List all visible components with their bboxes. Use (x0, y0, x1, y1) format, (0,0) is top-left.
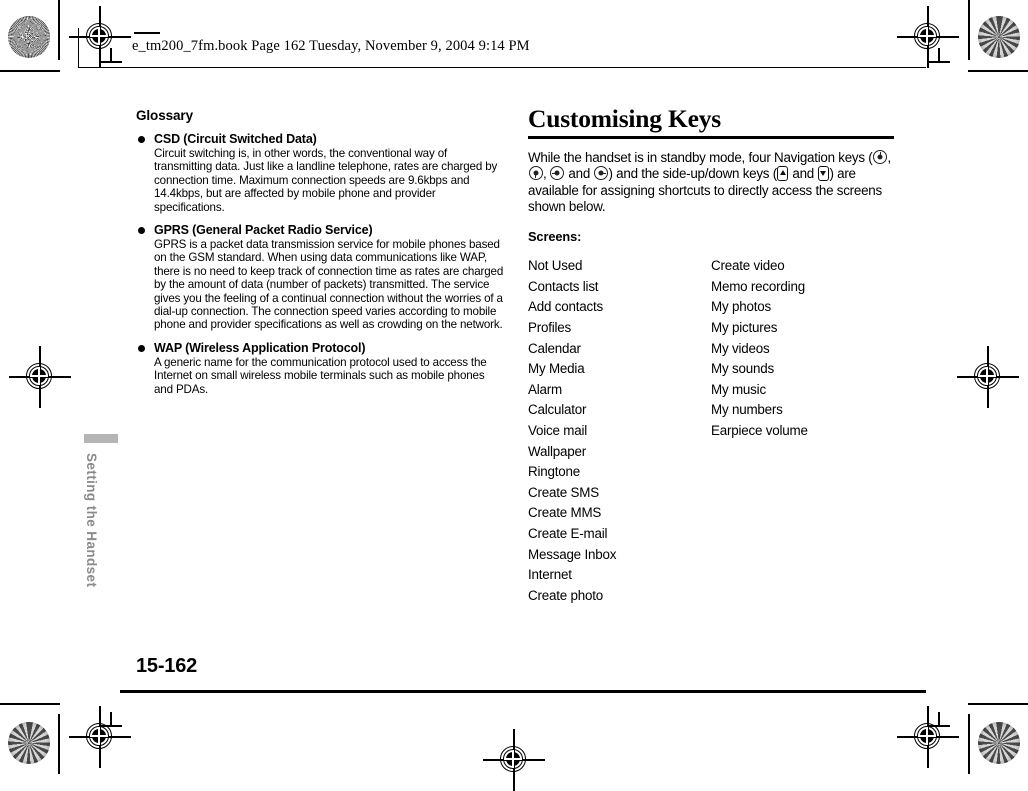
page-number: 15-162 (136, 655, 198, 677)
section-title: Customising Keys (528, 104, 722, 133)
list-item: Create E-mail (528, 525, 608, 541)
intro-text-part2: ) and the side-up/down keys ( (608, 166, 778, 182)
side-key-up-icon (777, 166, 789, 182)
side-key-down-icon (817, 166, 829, 182)
screens-lists: Not Used Contacts list Add contacts Prof… (528, 256, 894, 606)
list-item: Contacts list (528, 278, 599, 294)
list-item: Create MMS (528, 505, 602, 521)
list-item: My numbers (711, 402, 783, 418)
intro-mid1: and (564, 166, 594, 182)
bullet-icon (138, 344, 145, 352)
nav-key-down-icon (528, 166, 543, 181)
chapter-side-tab: Setting the Handset (84, 434, 120, 587)
glossary-term-text: GPRS (General Packet Radio Service) (154, 223, 373, 238)
glossary-term-text: CSD (Circuit Switched Data) (154, 132, 317, 146)
section-title-rule (528, 136, 894, 139)
page-content: Setting the Handset Glossary CSD (Circui… (0, 0, 1028, 774)
list-item: Calculator (528, 402, 587, 418)
screens-label: Screens: (528, 229, 582, 245)
chapter-tab-bar (84, 434, 118, 443)
intro-text-part1: While the handset is in standby mode, fo… (528, 149, 873, 165)
glossary-definition: GPRS is a packet data transmission servi… (154, 238, 504, 332)
list-item: Calendar (528, 340, 581, 356)
list-item: My Media (528, 361, 585, 377)
list-item: Create video (711, 258, 785, 274)
glossary-definition: Circuit switching is, in other words, th… (154, 147, 498, 214)
nav-key-right-icon (594, 166, 608, 181)
list-item: Add contacts (528, 299, 604, 315)
nav-key-left-icon (550, 166, 565, 181)
glossary-column: Glossary CSD (Circuit Switched Data) Cir… (136, 108, 504, 405)
list-item: Profiles (528, 320, 572, 336)
list-item: Message Inbox (528, 546, 617, 562)
customising-keys-section: Customising Keys While the handset is in… (528, 104, 894, 606)
list-item: Memo recording (711, 278, 805, 294)
glossary-term: CSD (Circuit Switched Data) (136, 132, 504, 146)
glossary-entry: CSD (Circuit Switched Data) Circuit swit… (136, 132, 504, 214)
list-item: My pictures (711, 320, 778, 336)
chapter-tab-label: Setting the Handset (84, 453, 99, 588)
list-item: My sounds (711, 361, 774, 377)
list-item: My photos (711, 299, 771, 315)
glossary-term-text: WAP (Wireless Application Protocol) (154, 340, 366, 355)
glossary-entry: WAP (Wireless Application Protocol) A ge… (136, 341, 504, 396)
list-item: Create photo (528, 587, 604, 603)
bullet-icon (138, 136, 145, 143)
glossary-title: Glossary (136, 108, 193, 123)
footer-rule (120, 690, 926, 693)
glossary-entry: GPRS (General Packet Radio Service) GPRS… (136, 223, 504, 332)
intro-paragraph: While the handset is in standby mode, fo… (528, 149, 894, 216)
list-item: My music (711, 381, 766, 397)
glossary-term: GPRS (General Packet Radio Service) (136, 223, 504, 237)
list-item: Create SMS (528, 484, 599, 500)
list-item: Ringtone (528, 464, 581, 480)
list-item: Alarm (528, 381, 562, 397)
list-item: Earpiece volume (711, 423, 808, 439)
list-item: Voice mail (528, 423, 588, 439)
list-item: My videos (711, 340, 770, 356)
list-item: Not Used (528, 258, 583, 274)
list-item: Wallpaper (528, 443, 586, 459)
intro-sep1: , (887, 149, 892, 165)
glossary-definition: A generic name for the communication pro… (154, 355, 487, 396)
nav-key-up-icon (873, 149, 888, 164)
screens-column-left: Not Used Contacts list Add contacts Prof… (528, 256, 711, 606)
bullet-icon (138, 227, 145, 235)
list-item: Internet (528, 567, 572, 583)
intro-mid2: and (788, 166, 818, 182)
intro-sep2: , (543, 166, 550, 182)
glossary-term: WAP (Wireless Application Protocol) (136, 341, 504, 355)
screens-column-right: Create video Memo recording My photos My… (711, 256, 894, 606)
